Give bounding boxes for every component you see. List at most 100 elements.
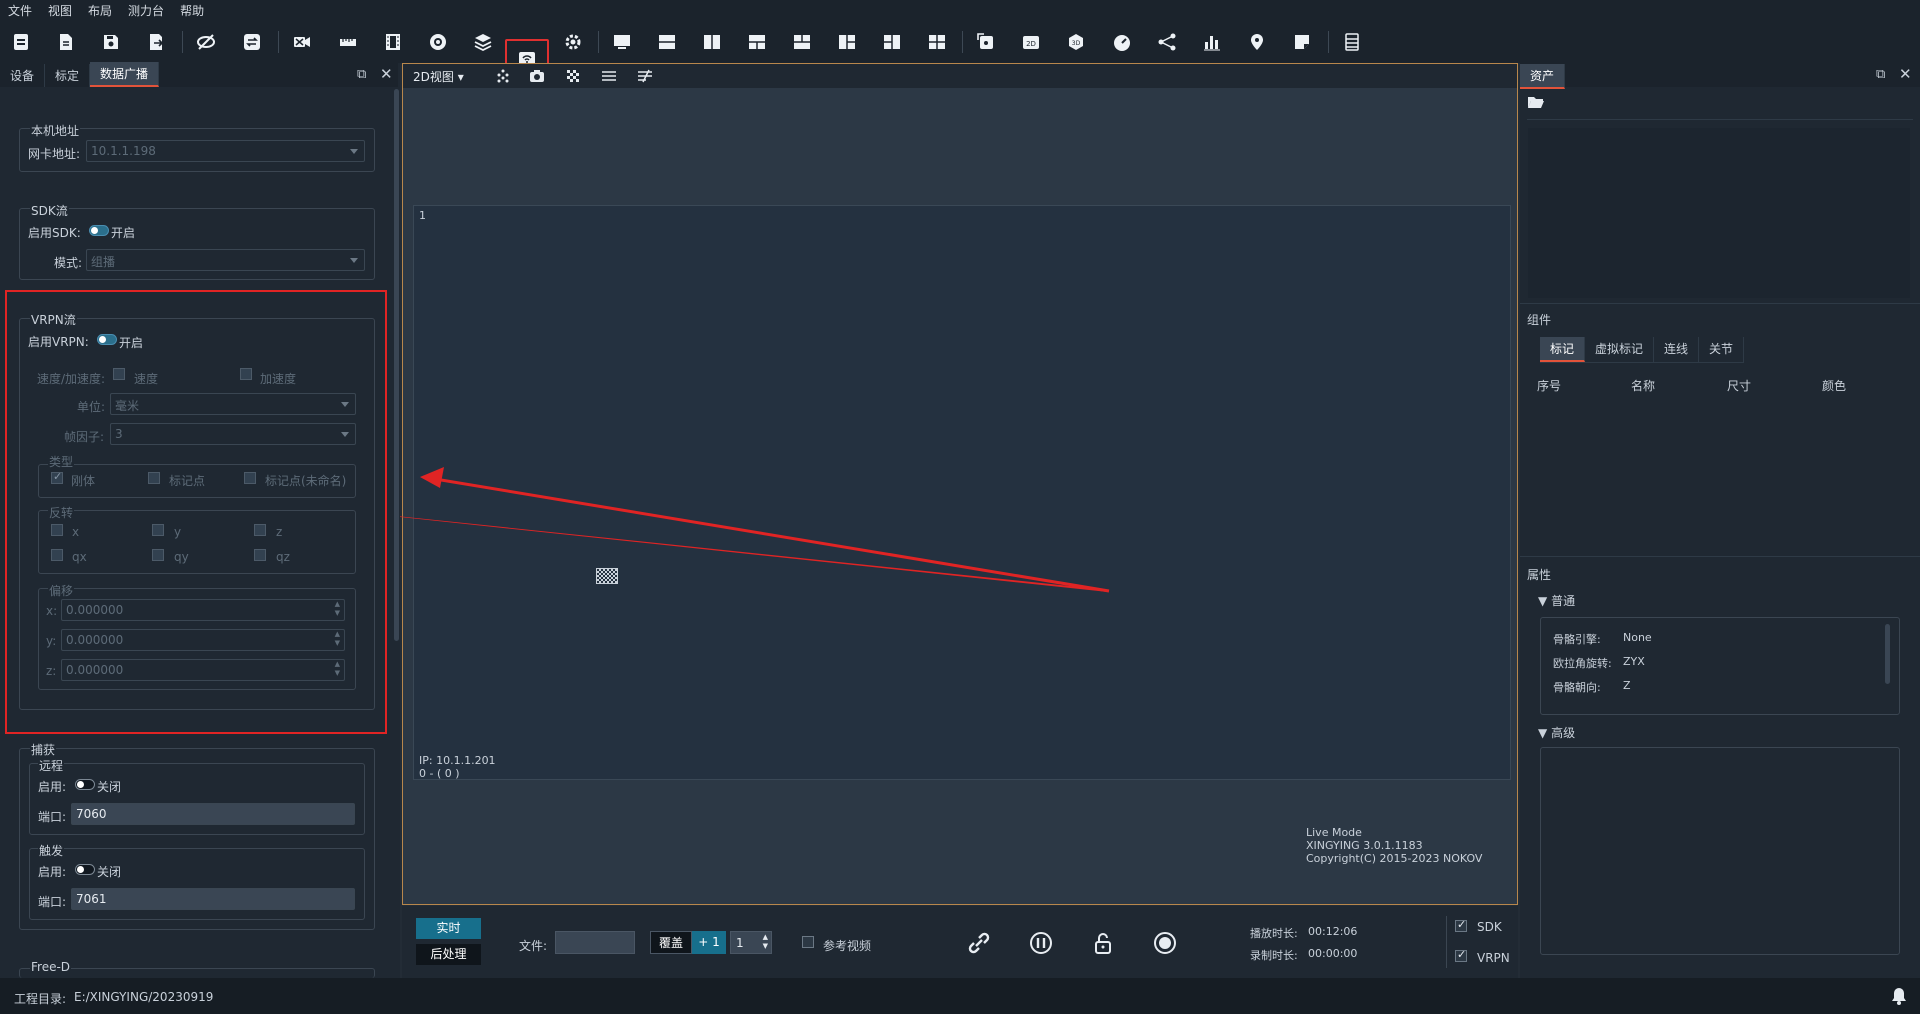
spinner-arrows-icon[interactable]: ▲ ▼ [335, 660, 340, 678]
layout-horizontal-icon[interactable] [655, 30, 679, 54]
flip-x-checkbox[interactable] [51, 524, 63, 536]
nic-select[interactable]: 10.1.1.198 [86, 140, 365, 162]
props-scrollbar[interactable] [1885, 624, 1890, 684]
general-section-toggle[interactable]: ▼ 普通 [1538, 592, 1575, 609]
film-icon[interactable] [381, 30, 405, 54]
open-folder-icon[interactable] [1527, 94, 1545, 110]
sdk-mode-select[interactable]: 组播 [86, 249, 365, 271]
advanced-section-toggle[interactable]: ▼ 高级 [1538, 724, 1575, 741]
tab-virtual-marker[interactable]: 虚拟标记 [1585, 337, 1655, 362]
tab-device[interactable]: 设备 [0, 64, 46, 87]
export-icon[interactable] [145, 30, 169, 54]
tab-calibration[interactable]: 标定 [45, 64, 91, 87]
col-name-header[interactable]: 名称 [1631, 377, 1655, 394]
tab-assets[interactable]: 资产 [1520, 64, 1566, 89]
step-spinbox[interactable]: 1 ▲ ▼ [730, 931, 772, 954]
save-icon[interactable] [99, 30, 123, 54]
type-unnamed-checkbox[interactable] [244, 472, 256, 484]
assets-list[interactable] [1528, 128, 1910, 298]
spinner-arrows-icon[interactable]: ▲ ▼ [335, 600, 340, 618]
camera-snapshot-icon[interactable] [529, 68, 545, 84]
menu-force-plate[interactable]: 测力台 [120, 2, 172, 19]
accel-checkbox[interactable] [240, 368, 252, 380]
tab-marker[interactable]: 标记 [1540, 337, 1586, 362]
video-off-icon[interactable] [290, 30, 314, 54]
speedometer-icon[interactable] [1110, 30, 1134, 54]
col-index-header[interactable]: 序号 [1537, 377, 1561, 394]
bell-icon[interactable] [1890, 986, 1908, 1006]
record-icon[interactable] [1152, 930, 1178, 956]
menu-help[interactable]: 帮助 [172, 2, 212, 19]
remote-enable-toggle[interactable] [75, 779, 95, 790]
dots-grid-icon[interactable] [495, 68, 511, 84]
remote-port-input[interactable]: 7060 [71, 803, 355, 825]
lines-menu-icon[interactable] [601, 68, 617, 84]
unlock-icon[interactable] [1090, 930, 1116, 956]
trigger-enable-toggle[interactable] [75, 864, 95, 875]
ruler-icon[interactable] [336, 30, 360, 54]
menu-file[interactable]: 文件 [0, 2, 40, 19]
flip-qy-checkbox[interactable] [152, 549, 164, 561]
col-size-header[interactable]: 尺寸 [1727, 377, 1751, 394]
trigger-port-input[interactable]: 7061 [71, 888, 355, 910]
prop-value[interactable]: None [1623, 631, 1652, 644]
unit-select[interactable]: 毫米 [110, 393, 356, 415]
bar-chart-icon[interactable] [1200, 30, 1224, 54]
float-panel-icon[interactable]: ⧉ [357, 67, 366, 82]
layout-single-icon[interactable] [610, 30, 634, 54]
file-input[interactable] [555, 931, 635, 954]
filter-lines-icon[interactable] [637, 68, 653, 84]
vrpn-enable-toggle[interactable] [97, 334, 117, 345]
layout-grid-a-icon[interactable] [745, 30, 769, 54]
pause-icon[interactable] [1028, 930, 1054, 956]
flip-z-checkbox[interactable] [254, 524, 266, 536]
settings-gear-icon[interactable] [561, 30, 585, 54]
camera-2d-icon[interactable]: 2D [1019, 30, 1043, 54]
close-icon[interactable]: ✕ [1899, 65, 1912, 83]
offset-x-input[interactable]: 0.000000 ▲ ▼ [61, 599, 345, 621]
hide-icon[interactable] [194, 30, 218, 54]
prop-value[interactable]: ZYX [1623, 655, 1645, 668]
flip-y-checkbox[interactable] [152, 524, 164, 536]
new-file-icon[interactable] [54, 30, 78, 54]
layers-icon[interactable] [471, 30, 495, 54]
record-circle-icon[interactable] [426, 30, 450, 54]
type-rigid-checkbox[interactable] [51, 470, 63, 484]
flip-qz-checkbox[interactable] [254, 549, 266, 561]
sdk-enable-toggle[interactable] [89, 225, 109, 236]
plus-one-button[interactable]: + 1 [692, 931, 726, 954]
layout-grid-b-icon[interactable] [790, 30, 814, 54]
location-pin-icon[interactable] [1245, 30, 1269, 54]
layout-quad-icon[interactable] [925, 30, 949, 54]
float-panel-icon[interactable]: ⧉ [1876, 67, 1885, 82]
tab-joint[interactable]: 关节 [1699, 337, 1745, 362]
reference-video-checkbox[interactable] [802, 936, 814, 948]
graph-nodes-icon[interactable] [1155, 30, 1179, 54]
tab-data-broadcast[interactable]: 数据广播 [90, 62, 160, 87]
offset-z-input[interactable]: 0.000000 ▲ ▼ [61, 659, 345, 681]
postprocess-button[interactable]: 后处理 [416, 944, 481, 965]
offset-y-input[interactable]: 0.000000 ▲ ▼ [61, 629, 345, 651]
realtime-button[interactable]: 实时 [416, 918, 481, 939]
left-scrollbar[interactable] [394, 89, 399, 641]
vrpn-checkbox[interactable] [1455, 948, 1467, 962]
flip-qx-checkbox[interactable] [51, 549, 63, 561]
refresh-icon[interactable] [240, 30, 264, 54]
type-marker-checkbox[interactable] [148, 472, 160, 484]
spinner-arrows-icon[interactable]: ▲ ▼ [335, 630, 340, 648]
view-mode-dropdown[interactable]: 2D视图 ▾ [413, 68, 464, 85]
spinner-arrows-icon[interactable]: ▲ ▼ [763, 933, 768, 951]
close-icon[interactable]: ✕ [380, 65, 393, 83]
col-color-header[interactable]: 颜色 [1822, 377, 1846, 394]
link-icon[interactable] [966, 930, 992, 956]
note-icon[interactable] [1290, 30, 1314, 54]
server-icon[interactable] [1340, 30, 1364, 54]
open-project-icon[interactable] [9, 30, 33, 54]
layout-grid-d-icon[interactable] [880, 30, 904, 54]
layout-grid-c-icon[interactable] [835, 30, 859, 54]
view-3d-icon[interactable]: 3D [1064, 30, 1088, 54]
sdk-checkbox[interactable] [1455, 918, 1467, 932]
menu-layout[interactable]: 布局 [80, 2, 120, 19]
menu-view[interactable]: 视图 [40, 2, 80, 19]
layout-vertical-icon[interactable] [700, 30, 724, 54]
